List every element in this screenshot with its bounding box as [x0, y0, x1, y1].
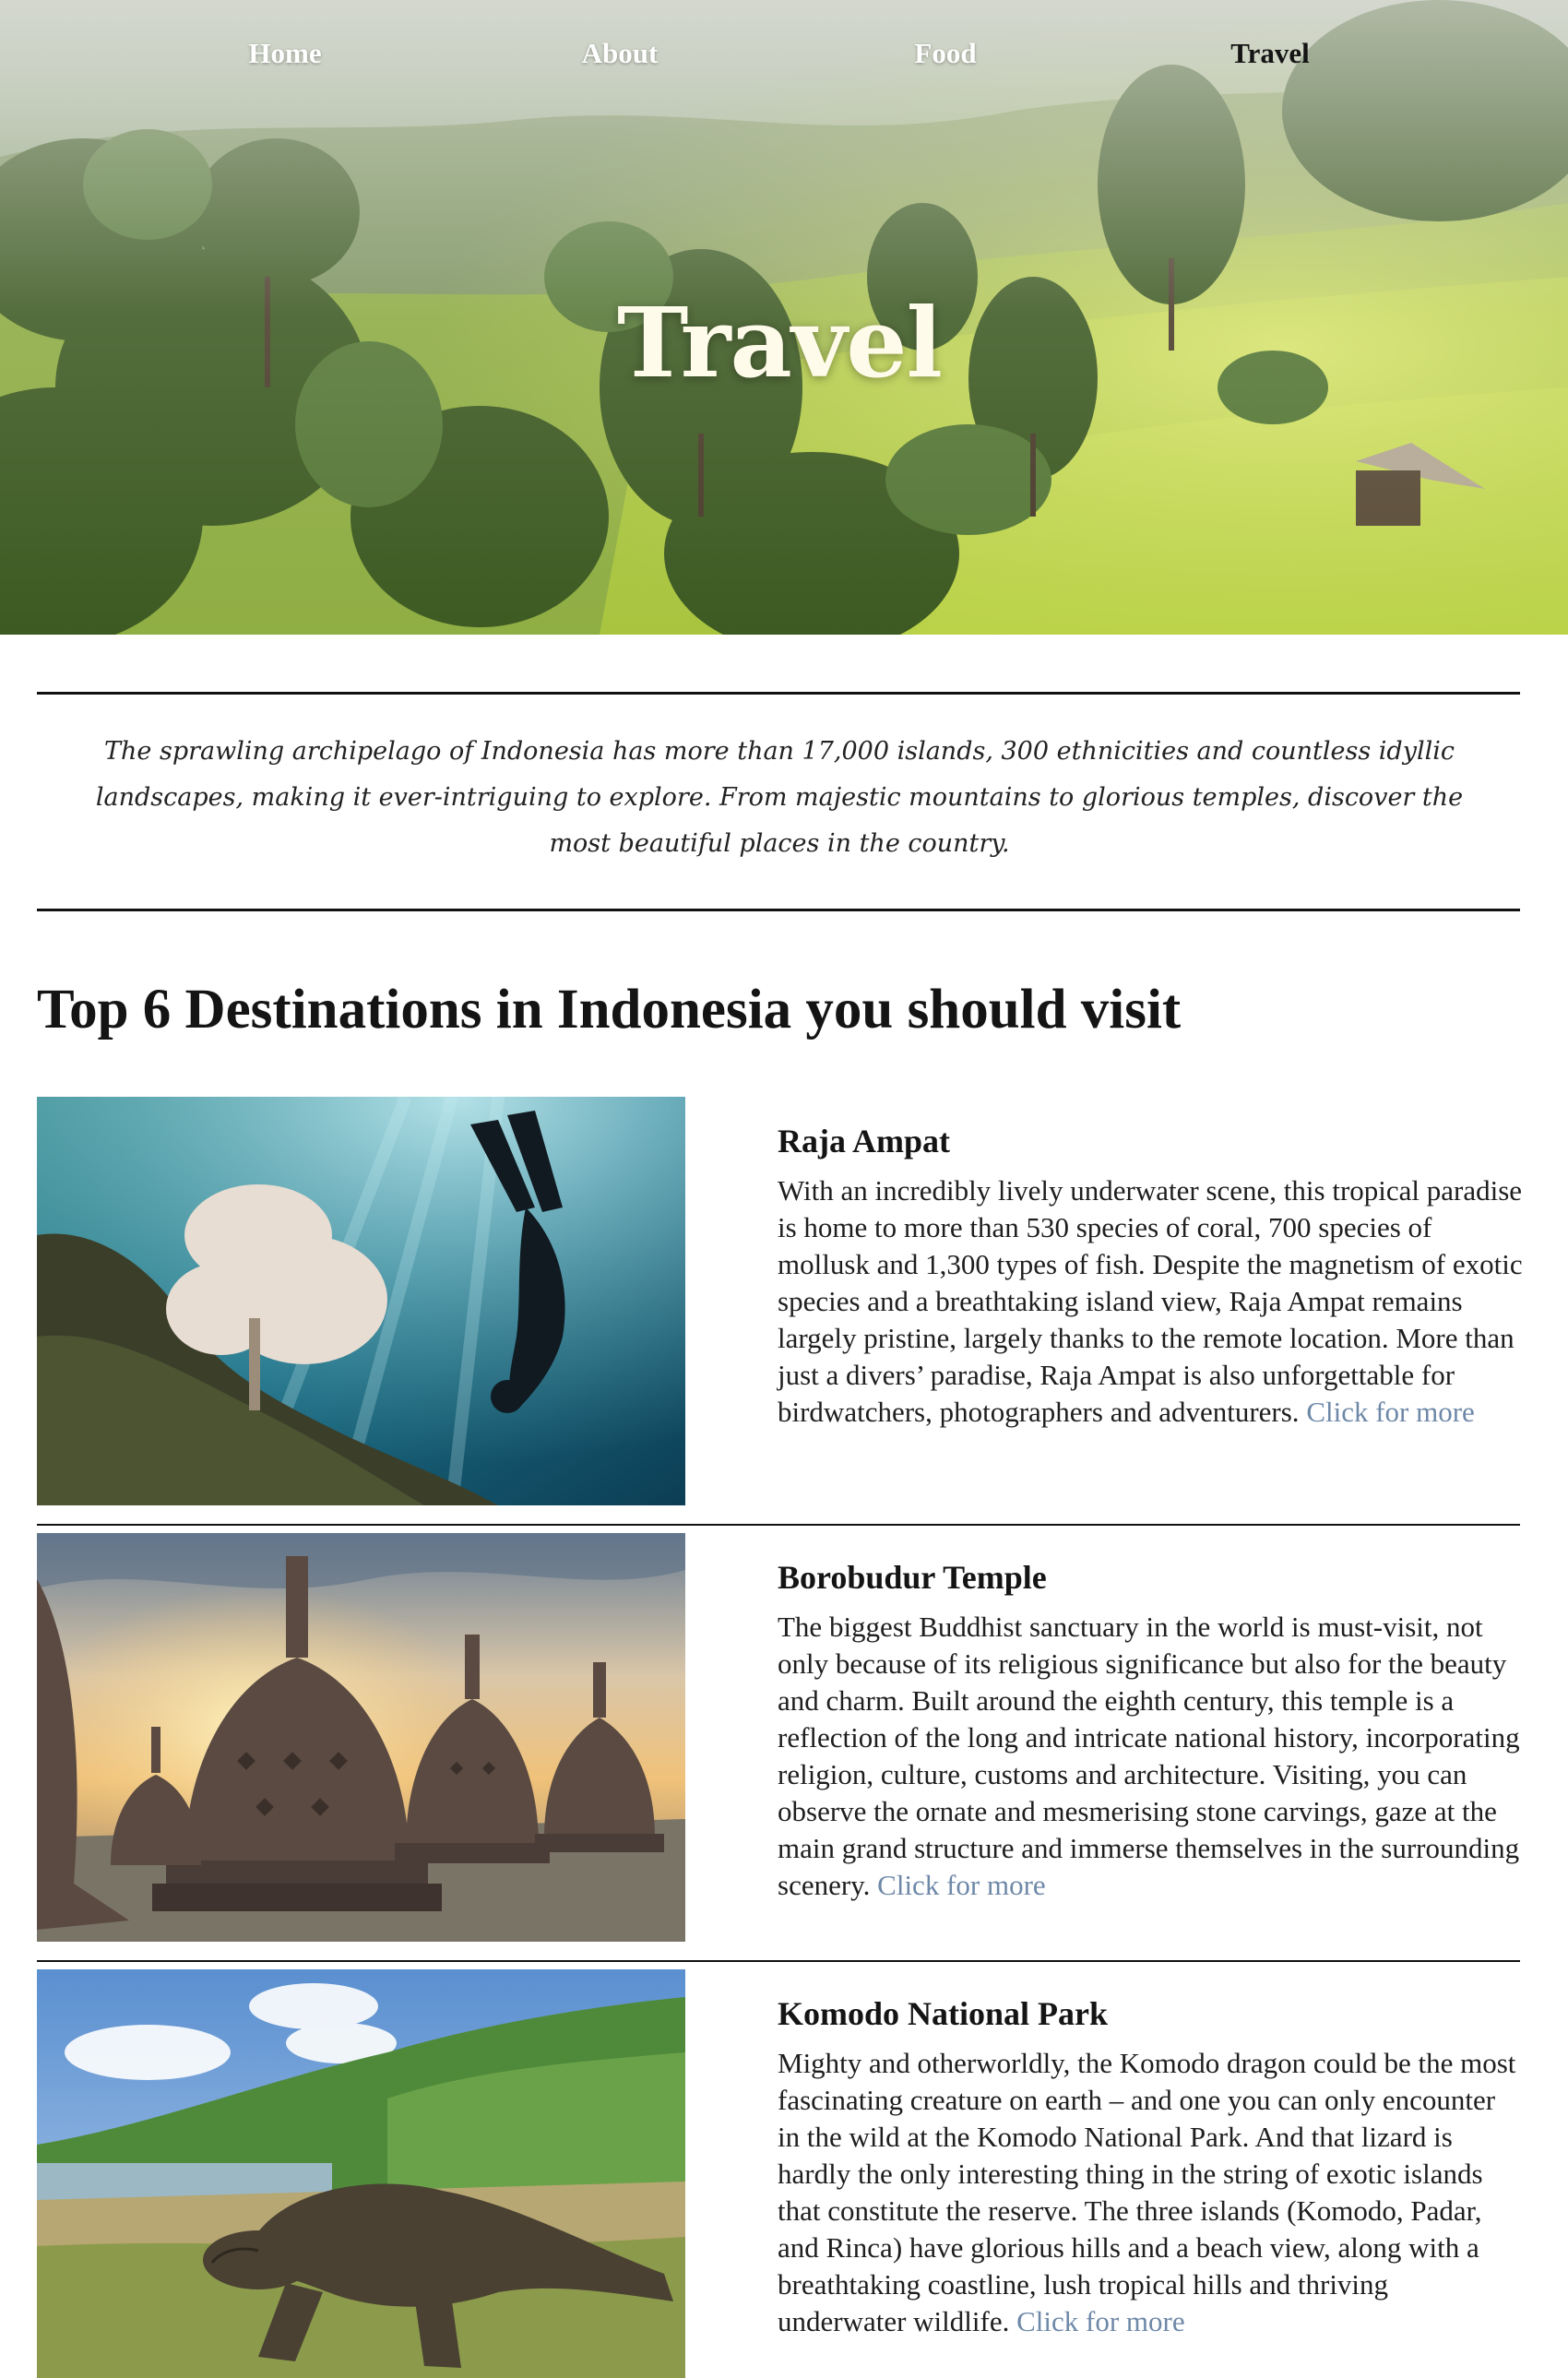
borobudur-temple-photo — [37, 1533, 685, 1942]
click-for-more-link[interactable]: Click for more — [1306, 1396, 1475, 1428]
nav-link-travel[interactable]: Travel — [1230, 37, 1310, 70]
destination-title: Komodo National Park — [778, 1995, 1109, 2032]
destination-text: Borobudur Temple The biggest Buddhist sa… — [778, 1557, 1523, 1904]
click-for-more-link[interactable]: Click for more — [877, 1869, 1046, 1901]
destination-description: Mighty and otherworldly, the Komodo drag… — [778, 2045, 1523, 2340]
destination-body: The biggest Buddhist sanctuary in the wo… — [778, 1611, 1520, 1901]
main-nav: Home About Food Travel — [0, 37, 1568, 83]
nav-link-food[interactable]: Food — [914, 37, 976, 70]
destination-title: Borobudur Temple — [778, 1559, 1047, 1596]
destination-divider — [37, 1960, 1520, 1962]
hero-banner: Home About Food Travel Travel — [0, 0, 1568, 635]
destination-divider — [37, 1524, 1520, 1526]
destination-title: Raja Ampat — [778, 1123, 950, 1159]
intro-bottom-divider — [37, 909, 1520, 911]
destination-description: With an incredibly lively underwater sce… — [778, 1172, 1523, 1431]
nav-link-about[interactable]: About — [582, 37, 659, 70]
section-heading: Top 6 Destinations in Indonesia you shou… — [37, 979, 1182, 1040]
page-title: Travel — [616, 286, 943, 399]
komodo-national-park-photo — [37, 1969, 685, 2378]
click-for-more-link[interactable]: Click for more — [1016, 2305, 1185, 2337]
intro-top-divider — [37, 692, 1520, 695]
destination-description: The biggest Buddhist sanctuary in the wo… — [778, 1609, 1523, 1904]
nav-link-home[interactable]: Home — [248, 37, 321, 70]
destination-text: Komodo National Park Mighty and otherwor… — [778, 1993, 1523, 2340]
destination-body: With an incredibly lively underwater sce… — [778, 1174, 1523, 1428]
intro-text: The sprawling archipelago of Indonesia h… — [95, 737, 1464, 858]
destination-body: Mighty and otherworldly, the Komodo drag… — [778, 2047, 1516, 2337]
raja-ampat-photo — [37, 1097, 685, 1505]
destination-text: Raja Ampat With an incredibly lively und… — [778, 1121, 1523, 1431]
